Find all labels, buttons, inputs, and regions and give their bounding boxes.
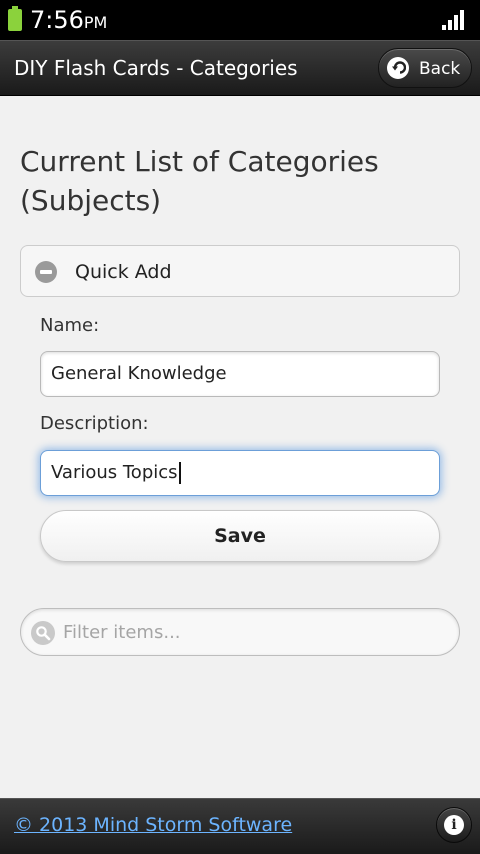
save-button[interactable]: Save <box>40 510 440 562</box>
clock-ampm: PM <box>83 13 108 32</box>
battery-icon <box>8 6 22 31</box>
name-label: Name: <box>40 315 100 336</box>
name-field-value: General Knowledge <box>51 363 227 384</box>
minus-icon <box>35 261 57 283</box>
back-button-label: Back <box>419 59 461 79</box>
description-field-value: Various Topics <box>51 462 178 483</box>
filter-input[interactable]: Filter items... <box>20 608 460 656</box>
app-footer: © 2013 Mind Storm Software i <box>0 798 480 854</box>
info-icon: i <box>444 815 464 835</box>
header-title: DIY Flash Cards - Categories <box>14 56 298 80</box>
description-field[interactable]: Various Topics <box>40 450 440 496</box>
status-clock: 7:56PM <box>30 6 107 37</box>
copyright-link[interactable]: © 2013 Mind Storm Software <box>14 813 292 837</box>
signal-icon <box>442 10 464 30</box>
search-icon <box>31 621 55 645</box>
app-header: DIY Flash Cards - Categories Back <box>0 40 480 96</box>
back-button[interactable]: Back <box>378 48 472 88</box>
back-arrow-icon <box>387 57 409 79</box>
status-bar: 7:56PM <box>0 0 480 40</box>
quick-add-label: Quick Add <box>75 261 172 283</box>
quick-add-toggle[interactable]: Quick Add <box>20 245 460 297</box>
clock-time: 7:56 <box>30 6 84 34</box>
info-button[interactable]: i <box>436 807 472 843</box>
filter-placeholder: Filter items... <box>63 622 181 643</box>
name-field[interactable]: General Knowledge <box>40 351 440 397</box>
page-title: Current List of Categories (Subjects) <box>20 145 379 217</box>
description-label: Description: <box>40 413 149 434</box>
text-caret <box>178 462 181 484</box>
